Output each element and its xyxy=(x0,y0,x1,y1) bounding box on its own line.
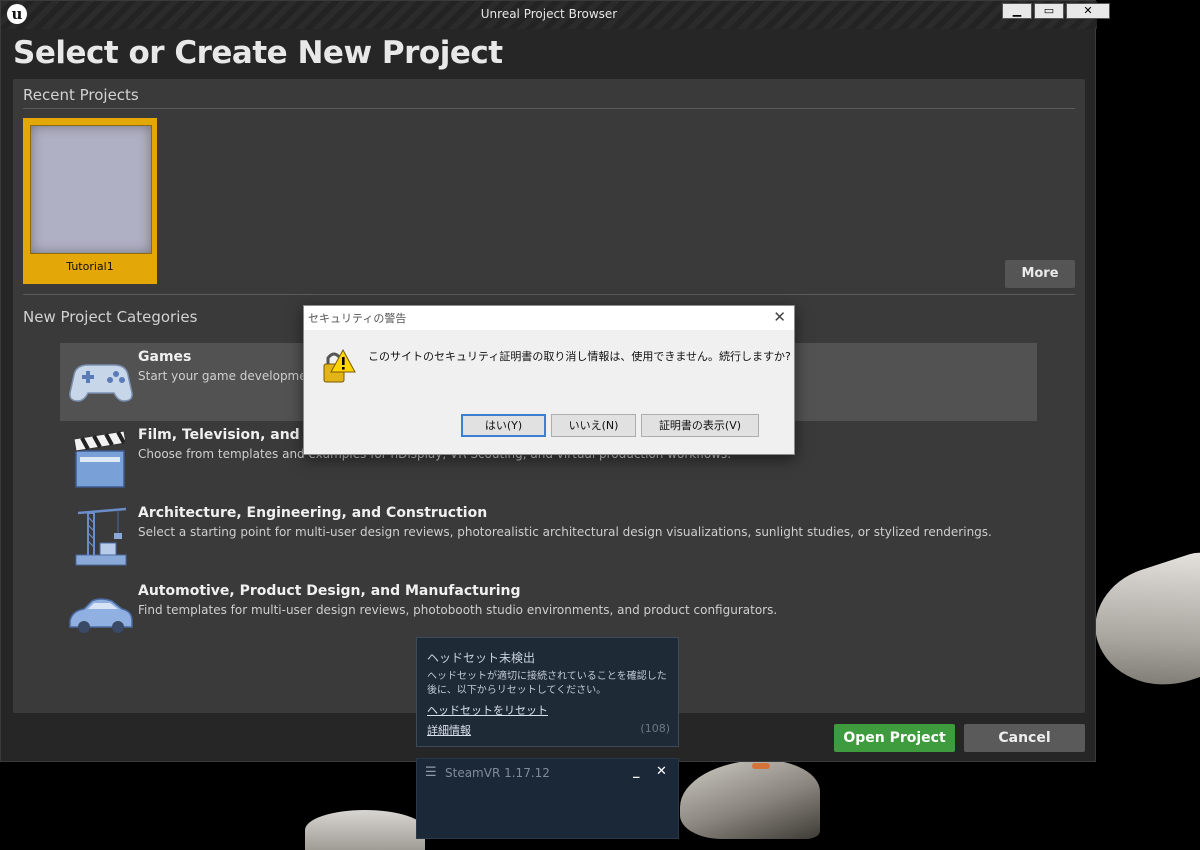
category-title: Games xyxy=(138,349,192,365)
desktop-accent xyxy=(752,763,770,769)
maximize-button[interactable]: ▭ xyxy=(1034,3,1064,19)
close-button[interactable]: ✕ xyxy=(1066,3,1110,19)
desktop-rock xyxy=(680,760,820,839)
category-title: Architecture, Engineering, and Construct… xyxy=(138,505,488,521)
desktop-rock xyxy=(1080,546,1200,704)
title-bar[interactable]: u Unreal Project Browser ▁ ▭ ✕ xyxy=(1,1,1110,29)
reset-headset-link[interactable]: ヘッドセットをリセット xyxy=(427,702,548,718)
gamepad-icon xyxy=(69,364,133,402)
headset-notification: ヘッドセット未検出 ヘッドセットが適切に接続されていることを確認した後に、以下か… xyxy=(416,637,679,747)
dialog-close-button[interactable]: ✕ xyxy=(773,308,786,326)
yes-button[interactable]: はい(Y) xyxy=(461,414,546,437)
dialog-title: セキュリティの警告 xyxy=(308,312,407,325)
notification-body: ヘッドセットが適切に接続されていることを確認した後に、以下からリセットしてくださ… xyxy=(427,671,667,696)
more-button[interactable]: More xyxy=(1005,260,1075,288)
open-project-button[interactable]: Open Project xyxy=(834,724,955,752)
category-architecture[interactable]: Architecture, Engineering, and Construct… xyxy=(60,499,1037,577)
new-project-categories-label: New Project Categories xyxy=(23,308,198,326)
no-button[interactable]: いいえ(N) xyxy=(551,414,636,437)
category-title: Automotive, Product Design, and Manufact… xyxy=(138,583,521,599)
category-description: Select a starting point for multi-user d… xyxy=(138,525,992,539)
notification-count: (108) xyxy=(640,722,670,735)
recent-projects-label: Recent Projects xyxy=(23,86,139,104)
project-name: Tutorial1 xyxy=(66,260,114,273)
project-thumbnail xyxy=(30,125,152,254)
window-title: Unreal Project Browser xyxy=(480,7,618,21)
steamvr-close-button[interactable]: ✕ xyxy=(656,764,667,779)
cancel-button[interactable]: Cancel xyxy=(964,724,1085,752)
clapperboard-icon xyxy=(73,430,127,488)
details-link[interactable]: 詳細情報 xyxy=(427,722,471,738)
divider xyxy=(23,294,1075,295)
security-warning-dialog: セキュリティの警告 ✕ このサイトのセキュリティ証明書の取り消し情報は、使用でき… xyxy=(303,305,795,455)
crane-icon xyxy=(75,507,127,566)
project-tile-tutorial1[interactable]: Tutorial1 xyxy=(23,118,157,284)
dialog-title-bar[interactable]: セキュリティの警告 ✕ xyxy=(304,306,794,330)
security-warning-icon xyxy=(323,348,356,383)
notification-title: ヘッドセット未検出 xyxy=(427,651,536,665)
page-title: Select or Create New Project xyxy=(13,35,503,71)
divider xyxy=(23,108,1075,109)
view-certificate-button[interactable]: 証明書の表示(V) xyxy=(641,414,759,437)
dialog-message: このサイトのセキュリティ証明書の取り消し情報は、使用できません。続行しますか? xyxy=(368,350,791,363)
minimize-button[interactable]: ▁ xyxy=(1002,3,1032,19)
steamvr-minimize-button[interactable]: _ xyxy=(633,764,640,779)
desktop-rock xyxy=(305,810,425,850)
menu-icon[interactable]: ☰ xyxy=(425,765,437,780)
steamvr-title: SteamVR 1.17.12 xyxy=(445,766,550,780)
category-description: Find templates for multi-user design rev… xyxy=(138,603,778,617)
car-icon xyxy=(69,598,133,633)
steamvr-window: ☰ SteamVR 1.17.12 _ ✕ xyxy=(416,758,679,839)
